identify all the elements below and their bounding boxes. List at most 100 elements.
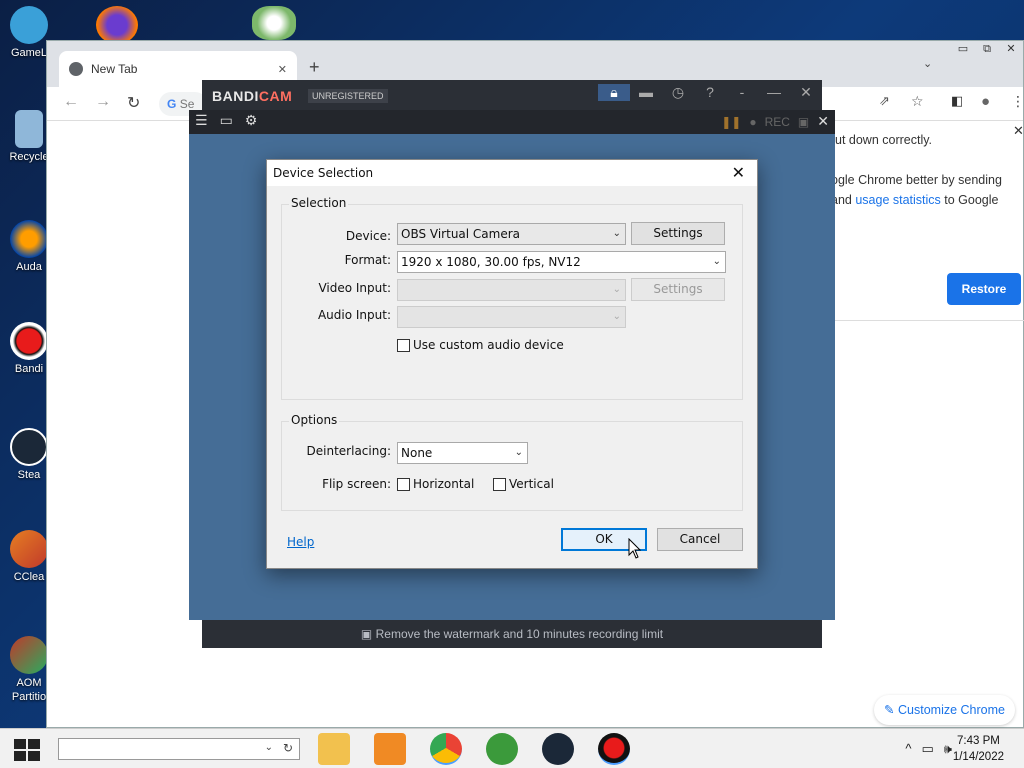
profile-icon[interactable]: ● [981, 93, 990, 110]
close-button[interactable]: ✕ [999, 41, 1023, 59]
utorrent-taskbar-icon[interactable] [486, 733, 518, 765]
device-label: Device: [345, 229, 391, 243]
taskbar-clock[interactable]: 7:43 PM 1/14/2022 [953, 733, 1004, 765]
device-select[interactable]: OBS Virtual Camera ⌄ [397, 223, 626, 245]
reload-button[interactable]: ↻ [127, 93, 140, 113]
checkbox-box[interactable] [397, 477, 410, 491]
preview-toolbar: ☰ ▭ ⚙ ❚❚ ● REC ▣ ✕ [189, 110, 835, 134]
system-tray: ^ ▭ 🕪︎ [905, 741, 952, 757]
tab-search-icon[interactable]: ⌄ [923, 57, 932, 70]
media-player-taskbar-icon[interactable] [374, 733, 406, 765]
dialog-title: Device Selection [273, 166, 374, 180]
dialog-close-icon[interactable]: ✕ [732, 163, 745, 182]
vertical-checkbox[interactable]: Vertical [493, 477, 554, 491]
close-icon[interactable]: ✕ [790, 84, 822, 101]
horizontal-label: Horizontal [413, 477, 475, 491]
steam-icon [10, 428, 48, 466]
horizontal-checkbox[interactable]: Horizontal [397, 477, 474, 491]
file-explorer-taskbar-icon[interactable] [318, 733, 350, 765]
video-settings-button[interactable]: Settings [631, 278, 725, 301]
preview-close-icon[interactable]: ✕ [817, 113, 829, 130]
clock-time: 7:43 PM [957, 735, 1000, 747]
tab-title: New Tab [91, 62, 138, 76]
minimize-tray-icon[interactable]: - [726, 84, 758, 101]
restore-message-line-2: ogle Chrome better by sending [831, 173, 1002, 187]
bandicam-icon [10, 322, 48, 360]
bandicam-titlebar: BANDICAM UNREGISTERED 🔒︎ ▬ ◷ ? - — ✕ [202, 80, 822, 110]
preview-right-controls: ❚❚ ● REC ▣ ✕ [721, 113, 829, 130]
taskbar-search-input[interactable]: ⌄ ↻ [58, 738, 300, 760]
new-tab-button[interactable]: + [309, 57, 320, 78]
window-controls: ▭ ⧉ ✕ [951, 41, 1023, 59]
selection-group-label: Selection [289, 196, 349, 210]
minimize-button[interactable]: ▭ [951, 41, 975, 59]
folder-icon[interactable]: ▬ [630, 84, 662, 101]
minimize-icon[interactable]: — [758, 84, 790, 101]
clock-icon[interactable]: ◷ [662, 84, 694, 101]
usage-statistics-link[interactable]: usage statistics [855, 193, 940, 207]
deinterlacing-select[interactable]: None ⌄ [397, 442, 528, 464]
chrome-taskbar-icon[interactable] [430, 733, 462, 765]
tray-expand-icon[interactable]: ^ [905, 741, 911, 757]
maximize-button[interactable]: ⧉ [975, 41, 999, 59]
video-input-select[interactable]: ⌄ [397, 279, 626, 301]
restore-button[interactable]: Restore [947, 273, 1021, 305]
help-icon[interactable]: ? [694, 84, 726, 101]
volume-icon[interactable]: 🕪︎ [944, 741, 952, 757]
checkbox-box[interactable] [493, 477, 506, 491]
network-icon[interactable]: ▭ [922, 741, 934, 757]
bookmark-star-icon[interactable]: ☆ [911, 93, 924, 110]
menu-icon[interactable]: ☰ [195, 112, 208, 129]
lock-icon[interactable]: 🔒︎ [598, 84, 630, 101]
options-group [281, 421, 743, 511]
bandicam-taskbar-icon[interactable] [598, 733, 630, 765]
firefox-icon[interactable] [96, 6, 138, 44]
chevron-down-icon: ⌄ [612, 284, 621, 295]
gear-icon[interactable]: ⚙ [245, 112, 258, 129]
pause-icon[interactable]: ❚❚ [721, 115, 741, 129]
side-panel-icon[interactable]: ◧ [951, 93, 963, 109]
chevron-down-icon: ⌄ [612, 311, 621, 322]
refresh-icon[interactable]: ↻ [283, 741, 293, 755]
vertical-label: Vertical [509, 477, 554, 491]
logo-accent: CAM [258, 88, 293, 104]
watermark-notice-text: Remove the watermark and 10 minutes reco… [375, 627, 664, 641]
restore-text-part: to Google [940, 193, 999, 207]
record-icon[interactable]: ● [749, 115, 756, 129]
ccleaner-icon [10, 530, 48, 568]
menu-icon[interactable]: ⋮ [1011, 93, 1024, 110]
help-link[interactable]: Help [287, 535, 314, 549]
cancel-button[interactable]: Cancel [657, 528, 743, 551]
restore-message-line-3: and usage statistics to Google [831, 193, 999, 207]
google-icon: G [167, 97, 177, 111]
chat-icon: ▣ [360, 627, 373, 641]
chrome-tab-icon [69, 62, 83, 76]
audio-input-select[interactable]: ⌄ [397, 306, 626, 328]
custom-audio-checkbox[interactable]: Use custom audio device [397, 338, 564, 352]
customize-chrome-button[interactable]: ✎ Customize Chrome [874, 695, 1015, 725]
format-select[interactable]: 1920 x 1080, 30.00 fps, NV12 ⌄ [397, 251, 726, 273]
restore-bubble: ut down correctly. ogle Chrome better by… [831, 121, 1024, 321]
checkbox-box[interactable] [397, 338, 410, 352]
omnibox-text: Se [179, 97, 195, 111]
watermark-notice[interactable]: ▣ Remove the watermark and 10 minutes re… [202, 620, 822, 648]
device-value: OBS Virtual Camera [401, 227, 521, 241]
share-icon[interactable]: ⇗ [879, 93, 890, 109]
device-settings-button[interactable]: Settings [631, 222, 725, 245]
back-button[interactable]: ← [63, 93, 79, 111]
flower-icon[interactable] [252, 6, 296, 40]
chevron-down-icon: ⌄ [612, 228, 621, 239]
aomei-icon [10, 636, 48, 674]
tab-close-button[interactable]: ✕ [278, 63, 287, 76]
rec-label[interactable]: REC [765, 115, 790, 129]
dialog-titlebar: Device Selection ✕ [267, 160, 757, 186]
chevron-down-icon[interactable]: ⌄ [265, 742, 273, 753]
camera-icon[interactable]: ▣ [798, 115, 809, 129]
window-icon[interactable]: ▭ [220, 112, 233, 129]
windows-start-button[interactable] [14, 739, 40, 761]
recycle-bin-icon [15, 110, 43, 148]
device-selection-dialog: Device Selection ✕ Selection Device: OBS… [266, 159, 758, 569]
close-restore-icon[interactable]: ✕ [1013, 123, 1024, 139]
steam-taskbar-icon[interactable] [542, 733, 574, 765]
forward-button[interactable]: → [95, 93, 111, 111]
